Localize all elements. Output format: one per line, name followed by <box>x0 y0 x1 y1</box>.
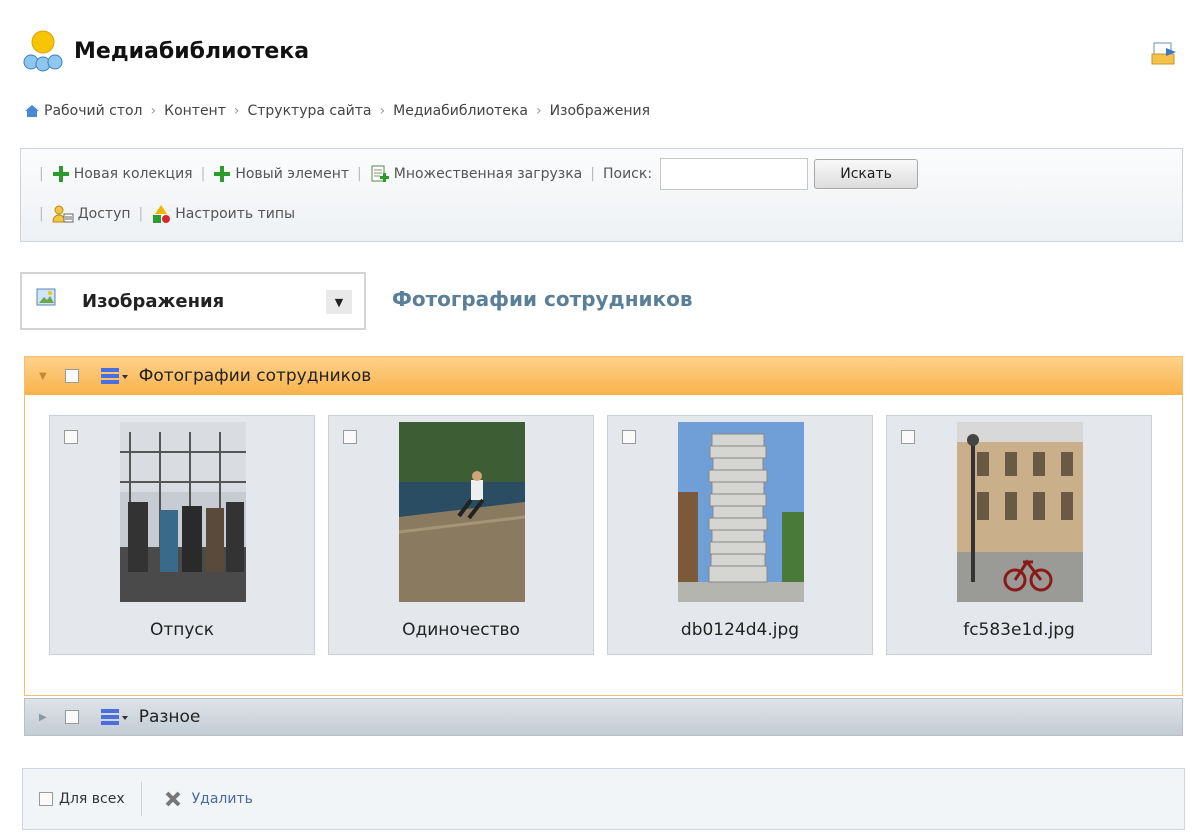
breadcrumb: Рабочий стол › Контент › Структура сайта… <box>24 103 650 119</box>
toolbar-divider: | <box>357 166 362 182</box>
breadcrumb-separator: › <box>535 103 542 119</box>
media-item[interactable]: Одиночество <box>328 415 594 655</box>
item-caption: Одиночество <box>402 620 520 640</box>
collection-header[interactable]: ▼ Фотографии сотрудников <box>25 357 1182 395</box>
breadcrumb-separator: › <box>233 103 240 119</box>
divider <box>140 782 142 816</box>
toolbar-divider: | <box>39 206 44 222</box>
home-icon[interactable] <box>24 104 40 118</box>
breadcrumb-media-library[interactable]: Медиабиблиотека <box>393 103 528 119</box>
toolbar-row-2: | Доступ | Настроить типы <box>31 204 295 224</box>
toolbar-divider: | <box>200 166 206 182</box>
search-label: Поиск: <box>602 166 653 182</box>
access-button[interactable]: Доступ <box>52 205 131 223</box>
item-caption: Отпуск <box>149 620 215 640</box>
breadcrumb-desktop[interactable]: Рабочий стол <box>44 103 143 119</box>
page-header: Медиабиблиотека <box>20 28 309 74</box>
new-element-button[interactable]: Новый элемент <box>213 165 349 183</box>
new-collection-button[interactable]: Новая колекция <box>52 165 193 183</box>
item-caption: db0124d4.jpg <box>680 620 800 640</box>
bulk-upload-icon <box>371 165 389 182</box>
breadcrumb-images: Изображения <box>549 103 651 119</box>
chevron-down-icon[interactable]: ▼ <box>326 290 352 314</box>
image-type-icon <box>36 288 56 306</box>
page-title: Медиабиблиотека <box>74 38 310 64</box>
delete-icon <box>165 791 181 807</box>
plus-icon <box>214 166 231 182</box>
shapes-icon <box>153 205 171 223</box>
access-label: Доступ <box>77 206 131 222</box>
users-icon <box>52 205 74 223</box>
media-item[interactable]: fc583e1d.jpg <box>886 415 1152 655</box>
toolbar-row-1: | Новая колекция | Новый элемент | Множе… <box>31 158 919 190</box>
breadcrumb-separator: › <box>379 103 386 119</box>
new-collection-label: Новая колекция <box>73 166 193 182</box>
item-checkbox[interactable] <box>901 430 915 444</box>
item-checkbox[interactable] <box>343 430 357 444</box>
toolbar-divider: | <box>590 166 595 182</box>
collection-menu-icon[interactable] <box>100 707 129 727</box>
configure-types-button[interactable]: Настроить типы <box>151 204 295 224</box>
action-bar: Для всех Удалить <box>22 768 1185 830</box>
photo-thumbnail[interactable] <box>399 422 525 602</box>
collection-name: Фотографии сотрудников <box>138 366 372 386</box>
breadcrumb-site-structure[interactable]: Структура сайта <box>247 103 371 119</box>
toolbar-divider: | <box>138 206 144 222</box>
bulk-upload-label: Множественная загрузка <box>393 166 583 182</box>
breadcrumb-content[interactable]: Контент <box>164 103 226 119</box>
photo-thumbnail[interactable] <box>957 422 1083 602</box>
type-select[interactable]: Изображения ▼ <box>20 272 366 330</box>
media-library-icon <box>23 30 63 72</box>
photo-thumbnail[interactable] <box>120 422 246 602</box>
collection-heading: Фотографии сотрудников <box>392 287 693 311</box>
photo-thumbnail[interactable] <box>678 422 804 602</box>
search-input[interactable] <box>660 158 809 190</box>
collection-name: Разное <box>138 707 201 727</box>
media-item[interactable]: db0124d4.jpg <box>607 415 873 655</box>
collapse-arrow-icon[interactable]: ▼ <box>39 371 47 382</box>
collection-menu-icon[interactable] <box>100 366 129 386</box>
select-all-label: Для всех <box>59 791 125 807</box>
item-checkbox[interactable] <box>622 430 636 444</box>
search-button[interactable]: Искать <box>814 159 919 189</box>
delete-label: Удалить <box>191 791 253 807</box>
collection-header-collapsed[interactable]: ▶ Разное <box>24 698 1183 736</box>
bulk-upload-button[interactable]: Множественная загрузка <box>370 164 583 184</box>
item-caption: fc583e1d.jpg <box>963 620 1075 640</box>
select-all-checkbox[interactable] <box>39 792 53 806</box>
export-icon[interactable] <box>1150 40 1178 68</box>
toolbar-divider: | <box>39 166 44 182</box>
collection-panel: ▼ Фотографии сотрудников Отпуск Одиночес… <box>24 356 1183 696</box>
plus-icon <box>52 166 69 182</box>
media-item[interactable]: Отпуск <box>49 415 315 655</box>
type-select-value: Изображения <box>82 290 225 312</box>
new-element-label: Новый элемент <box>235 166 350 182</box>
toolbar: | Новая колекция | Новый элемент | Множе… <box>20 148 1183 242</box>
delete-button[interactable]: Удалить <box>164 790 253 808</box>
collection-checkbox[interactable] <box>64 369 79 383</box>
configure-types-label: Настроить типы <box>175 206 296 222</box>
item-checkbox[interactable] <box>64 430 78 444</box>
expand-arrow-icon[interactable]: ▶ <box>39 712 47 723</box>
collection-checkbox[interactable] <box>64 710 79 724</box>
breadcrumb-separator: › <box>150 103 157 119</box>
